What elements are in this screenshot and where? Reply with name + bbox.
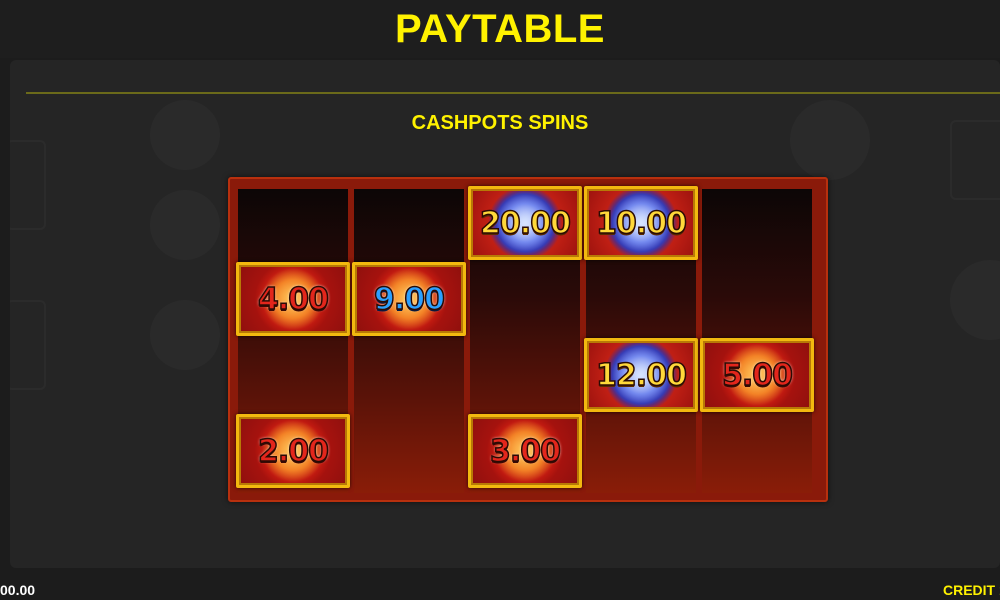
section-title: CASHPOTS SPINS bbox=[411, 112, 589, 134]
cash-tile: 3.00 bbox=[468, 414, 582, 488]
cash-tile: 4.00 bbox=[236, 262, 350, 336]
page-title: PAYTABLE bbox=[395, 6, 605, 51]
reel-2 bbox=[354, 189, 464, 493]
cash-tile: 12.00 bbox=[584, 338, 698, 412]
tile-value: 20.00 bbox=[479, 205, 571, 242]
background-ghost bbox=[10, 300, 46, 390]
cash-tile: 2.00 bbox=[236, 414, 350, 488]
background-ghost bbox=[150, 300, 220, 370]
tile-value: 4.00 bbox=[257, 281, 330, 318]
cash-tile: 9.00 bbox=[352, 262, 466, 336]
header-bar: PAYTABLE bbox=[0, 0, 1000, 58]
background-ghost bbox=[10, 140, 46, 230]
tile-value: 5.00 bbox=[721, 357, 794, 394]
title-divider bbox=[26, 92, 1000, 94]
cash-tile: 5.00 bbox=[700, 338, 814, 412]
tile-value: 2.00 bbox=[257, 433, 330, 470]
tile-value: 10.00 bbox=[595, 205, 687, 242]
balance-readout: 00.00 bbox=[0, 582, 36, 598]
tile-value: 3.00 bbox=[489, 433, 562, 470]
cash-tile: 20.00 bbox=[468, 186, 582, 260]
cashpots-grid: 4.00 2.00 9.00 20.00 3.00 10.00 12.00 5.00 bbox=[228, 177, 828, 502]
background-ghost bbox=[150, 100, 220, 170]
cash-tile: 10.00 bbox=[584, 186, 698, 260]
background-ghost bbox=[150, 190, 220, 260]
tile-value: 9.00 bbox=[373, 281, 446, 318]
background-ghost bbox=[950, 260, 1000, 340]
tile-value: 12.00 bbox=[595, 357, 687, 394]
credit-readout: CREDIT 1 bbox=[943, 582, 1000, 598]
